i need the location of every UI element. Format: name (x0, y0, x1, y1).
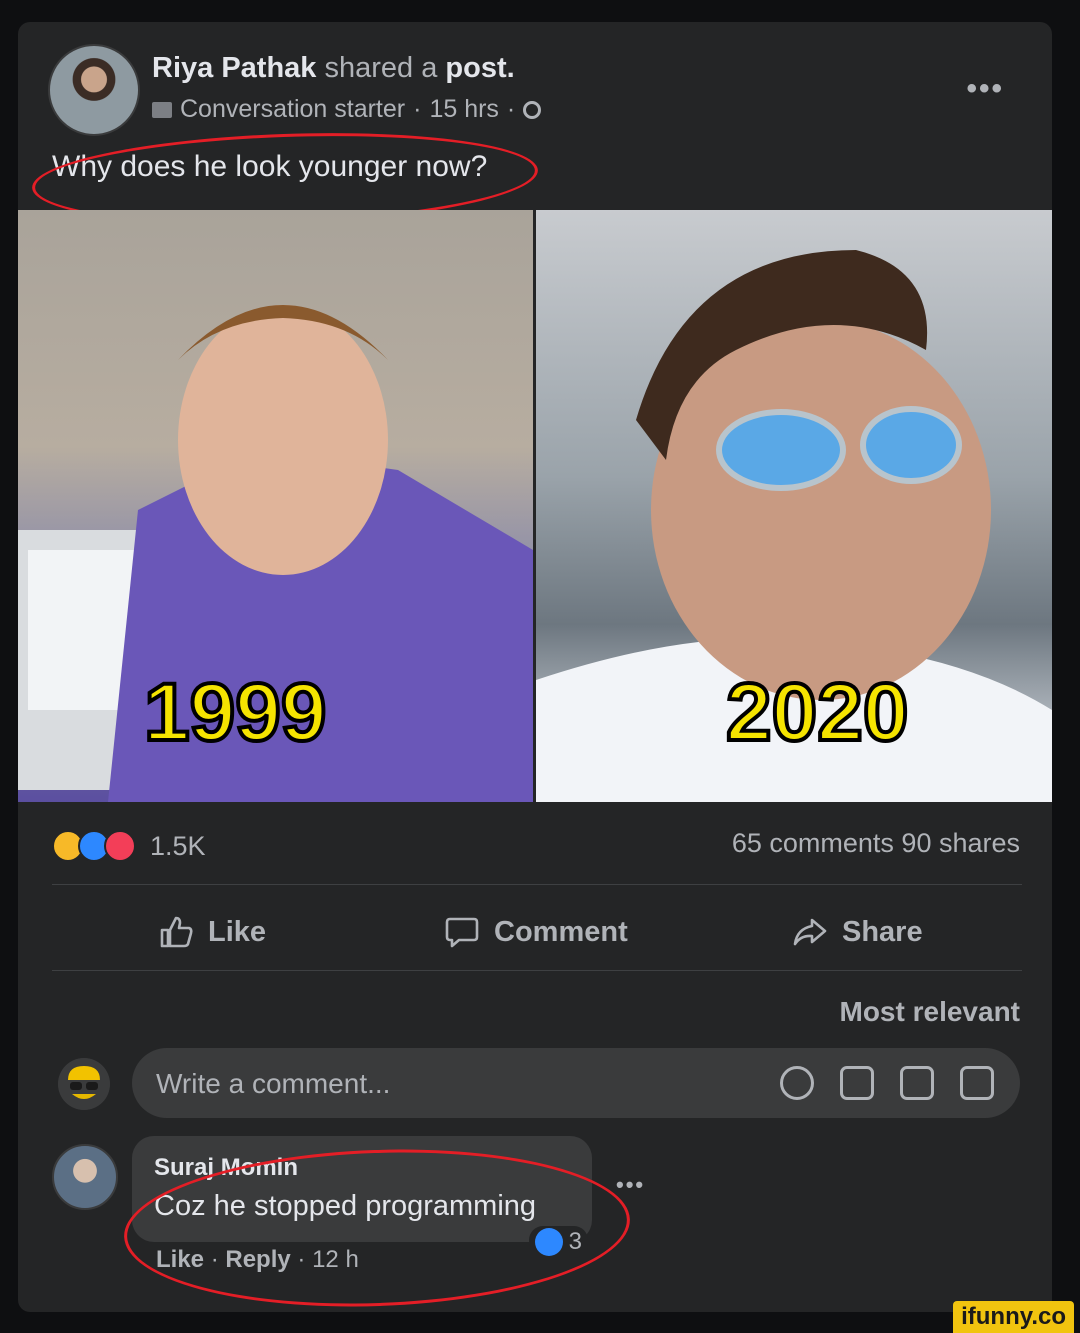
thumb-icon (160, 916, 193, 948)
divider (52, 970, 1022, 971)
globe-icon (523, 100, 542, 119)
photo-2020[interactable]: 2020 (536, 210, 1052, 802)
group-icon (152, 101, 172, 118)
face-shape (178, 305, 388, 575)
comments-count[interactable]: 65 comments (732, 828, 894, 858)
share-button[interactable]: Share (792, 914, 923, 950)
share-icon (793, 918, 827, 946)
divider (52, 884, 1022, 885)
like-button[interactable]: Like (158, 914, 266, 950)
gif-icon[interactable] (900, 1066, 934, 1100)
comment-placeholder: Write a comment... (156, 1068, 391, 1099)
current-user-avatar[interactable] (58, 1058, 110, 1110)
comment-icon (445, 917, 479, 948)
post-card: Riya Pathak shared a post. Conversation … (18, 22, 1052, 1312)
watermark: ifunny.co (953, 1301, 1074, 1333)
love-icon (104, 830, 136, 862)
sticker-icon[interactable] (960, 1066, 994, 1100)
year-label-1999: 1999 (142, 665, 328, 760)
composer-icons (780, 1066, 994, 1100)
shared-post-link[interactable]: post. (445, 52, 514, 84)
comment-sort-dropdown[interactable]: Most relevant (840, 996, 1021, 1028)
author-name[interactable]: Riya Pathak (152, 52, 316, 84)
sunglasses-left-lens (716, 409, 846, 491)
comment-label: Comment (494, 915, 628, 948)
reaction-summary[interactable]: 1.5K (52, 830, 206, 862)
face-shape (651, 320, 991, 700)
comment-input[interactable]: Write a comment... (132, 1048, 1020, 1118)
shares-count[interactable]: 90 shares (901, 828, 1020, 858)
commenter-avatar[interactable] (52, 1144, 118, 1210)
author-line: Riya Pathak shared a post. (152, 52, 541, 85)
post-meta: Conversation starter · 15 hrs · (152, 95, 542, 124)
like-label: Like (208, 915, 267, 948)
year-label-2020: 2020 (724, 665, 910, 760)
share-label: Share (842, 915, 923, 948)
user-avatar-icon (58, 1058, 110, 1110)
meta-separator: · (506, 95, 516, 123)
comment-more-icon[interactable]: ••• (616, 1172, 645, 1198)
action-text: shared a (324, 52, 438, 84)
comment-button[interactable]: Comment (444, 914, 628, 950)
reaction-count: 1.5K (150, 830, 206, 861)
camera-icon[interactable] (840, 1066, 874, 1100)
photo-1999[interactable]: 1999 (18, 210, 533, 802)
more-icon[interactable]: ••• (966, 72, 1004, 106)
post-header: Riya Pathak shared a post. Conversation … (152, 52, 542, 124)
post-time[interactable]: 15 hrs (429, 95, 498, 124)
group-label[interactable]: Conversation starter (180, 95, 405, 124)
emoji-icon[interactable] (780, 1066, 814, 1100)
author-avatar[interactable] (48, 44, 140, 136)
engagement-counts: 65 comments 90 shares (732, 828, 1020, 859)
sunglasses-right-lens (860, 406, 962, 484)
meta-separator: · (413, 95, 422, 123)
